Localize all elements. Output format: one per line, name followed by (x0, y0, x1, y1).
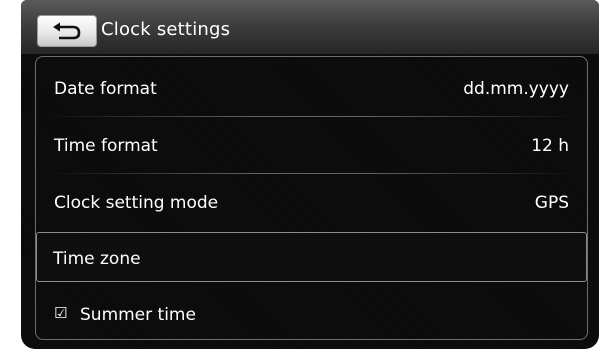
date-format-label: Date format (54, 79, 157, 99)
date-format-value: dd.mm.yyyy (463, 79, 569, 99)
back-button[interactable] (37, 15, 97, 47)
page-title: Clock settings (101, 19, 231, 40)
summer-time-label: Summer time (80, 305, 196, 325)
list-item-clock-setting-mode[interactable]: Clock setting mode GPS (36, 173, 587, 231)
list-item-time-zone[interactable]: Time zone (36, 232, 587, 282)
header-bar: Clock settings (21, 0, 599, 54)
clock-setting-mode-label: Clock setting mode (54, 193, 219, 213)
time-format-label: Time format (54, 136, 158, 156)
time-zone-label: Time zone (53, 249, 141, 269)
list-item-date-format[interactable]: Date format dd.mm.yyyy (36, 59, 587, 117)
settings-list: Date format dd.mm.yyyy Time format 12 h … (35, 56, 588, 340)
back-arrow-icon (53, 22, 81, 40)
time-format-value: 12 h (531, 136, 569, 156)
clock-setting-mode-value: GPS (534, 193, 569, 213)
list-item-time-format[interactable]: Time format 12 h (36, 116, 587, 174)
clock-settings-screen: Clock settings Date format dd.mm.yyyy Ti… (21, 0, 599, 349)
summer-time-checkbox[interactable]: ☑ (54, 306, 68, 321)
list-item-summer-time[interactable]: ☑ Summer time (36, 285, 587, 343)
